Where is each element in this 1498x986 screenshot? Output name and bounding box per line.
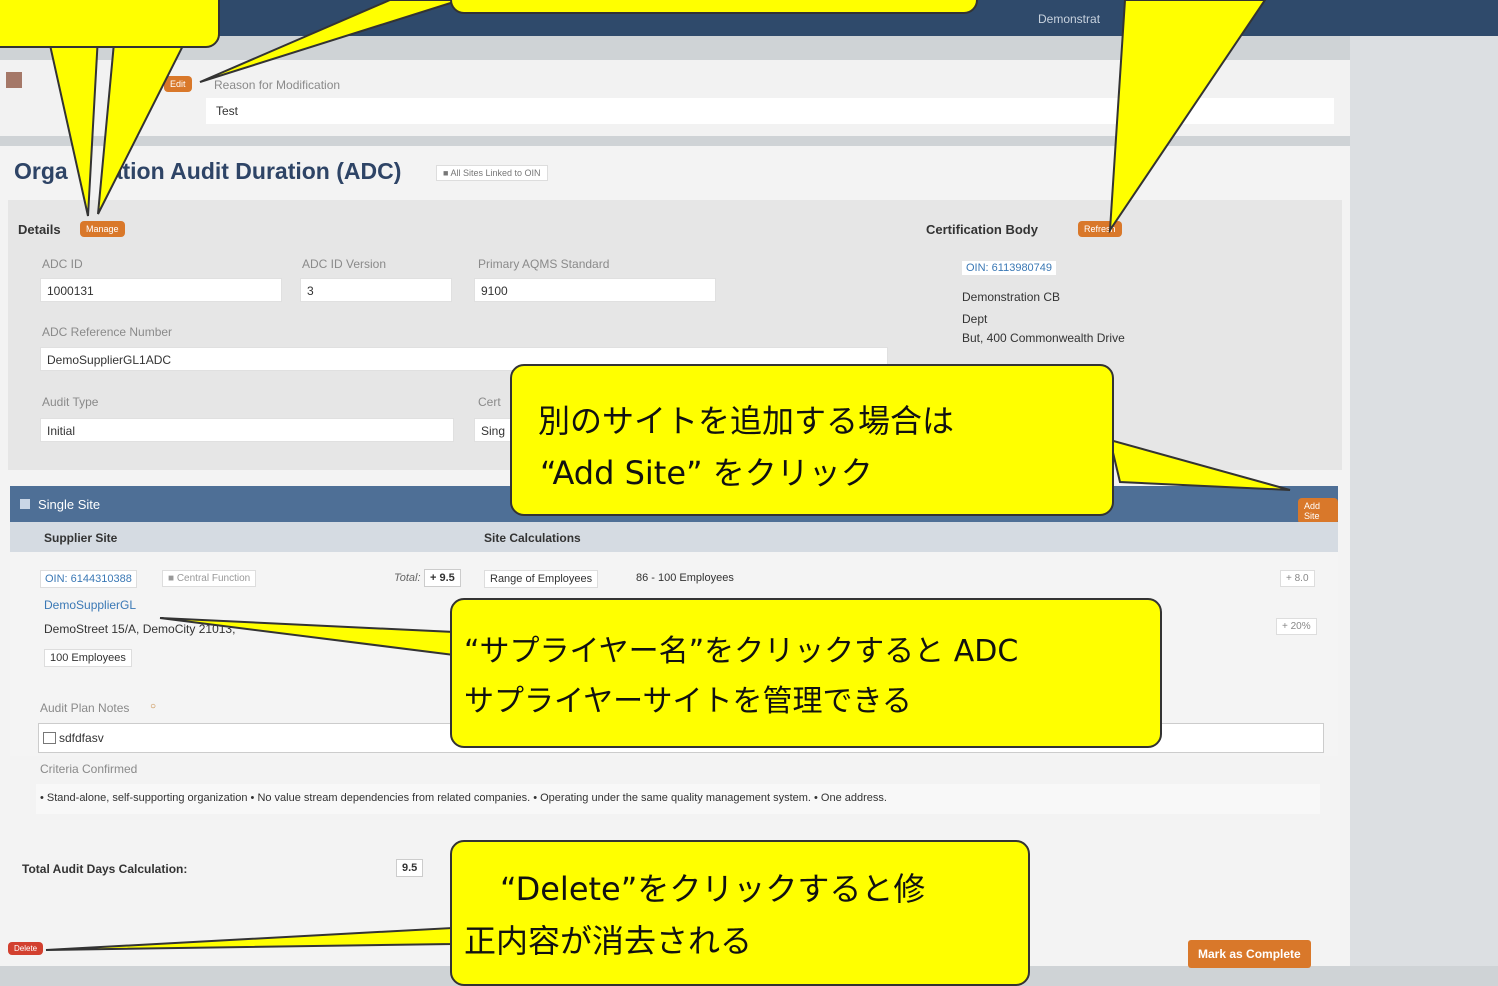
callout-add-site-line2: “Add Site” をクリック bbox=[540, 454, 873, 492]
callout-supplier: “サプライヤー名”をクリックすると ADC サプライヤーサイトを管理できる bbox=[450, 598, 1162, 748]
callout-delete: “Delete”をクリックすると修 正内容が消去される bbox=[450, 840, 1030, 986]
callout-top-left bbox=[0, 0, 220, 48]
callout-add-site: 別のサイトを追加する場合は “Add Site” をクリック bbox=[510, 364, 1114, 516]
callout-top-center bbox=[450, 0, 978, 14]
callout-supplier-line1: “サプライヤー名”をクリックすると ADC bbox=[464, 634, 1019, 669]
callout-delete-line2: 正内容が消去される bbox=[464, 922, 753, 960]
callout-supplier-line2: サプライヤーサイトを管理できる bbox=[464, 684, 912, 719]
callout-delete-line1: “Delete”をクリックすると修 bbox=[500, 870, 926, 908]
callout-add-site-line1: 別のサイトを追加する場合は bbox=[538, 402, 955, 440]
